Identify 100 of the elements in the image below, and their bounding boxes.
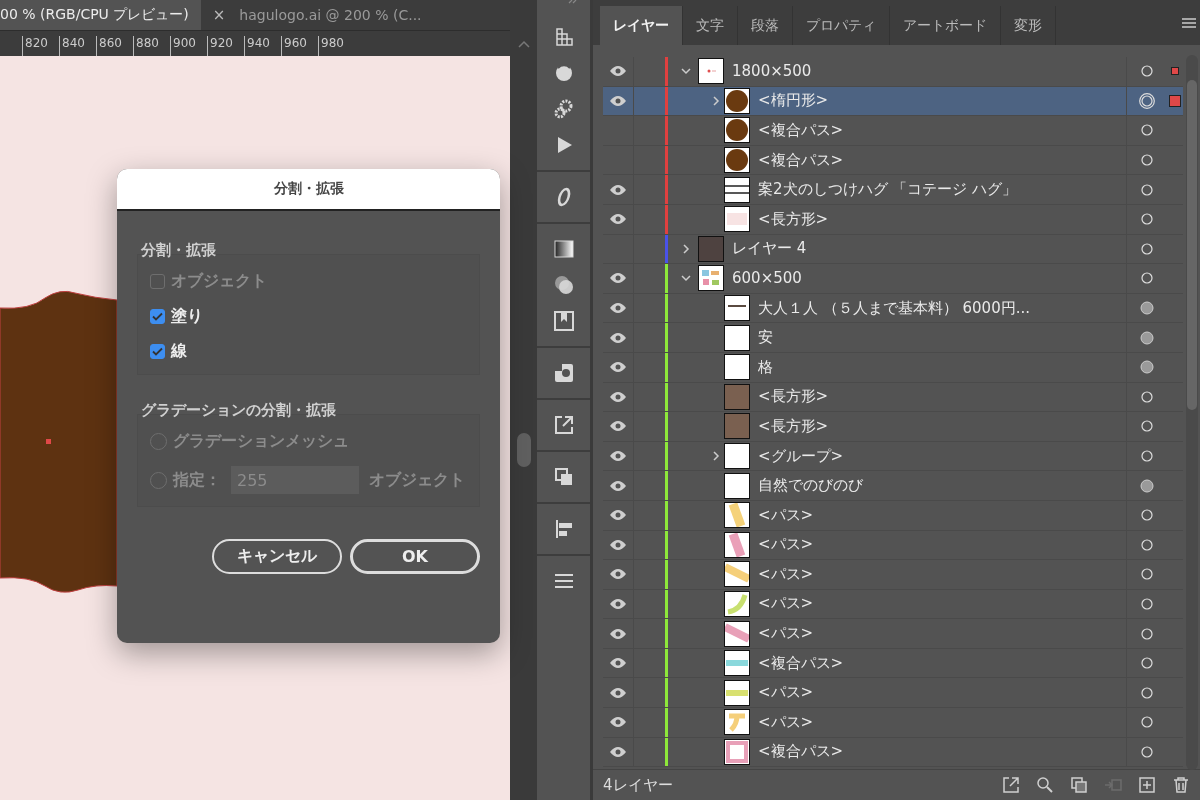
eye-icon[interactable] (609, 538, 627, 551)
layer-row[interactable]: <複合パス> (603, 737, 1183, 768)
target-circle-icon[interactable] (1139, 122, 1155, 139)
symbol-icon[interactable] (552, 362, 575, 384)
eye-icon[interactable] (609, 716, 627, 729)
layer-row[interactable]: <パス> (603, 560, 1183, 590)
target-circle-icon[interactable] (1139, 625, 1155, 642)
eye-icon[interactable] (609, 598, 627, 610)
dialog-button[interactable]: OK (350, 539, 480, 574)
eye-icon[interactable] (609, 213, 627, 226)
layer-row[interactable]: <グループ> (603, 441, 1183, 472)
panel-tab[interactable]: レイヤー (600, 6, 683, 45)
eye-icon[interactable] (609, 745, 627, 758)
layer-row[interactable]: <パス> (603, 500, 1183, 531)
dialog-button[interactable]: キャンセル (212, 539, 342, 574)
checkbox[interactable] (150, 309, 165, 324)
eye-icon[interactable] (609, 657, 627, 670)
export-icon[interactable] (552, 414, 575, 436)
eye-icon[interactable] (609, 94, 627, 107)
layer-row[interactable]: 1800×500 (603, 57, 1183, 87)
eye-icon[interactable] (609, 627, 627, 640)
layer-row[interactable]: <複合パス> (603, 648, 1183, 679)
trash-icon[interactable] (1172, 776, 1190, 794)
target-circle-icon[interactable] (1139, 448, 1155, 464)
layer-row[interactable]: <長方形> (603, 412, 1183, 442)
search-icon[interactable] (1036, 776, 1054, 794)
chevron-icon[interactable] (711, 451, 721, 461)
layer-row[interactable]: 600×500 (603, 264, 1183, 294)
close-icon[interactable]: × (212, 6, 226, 24)
gradient-icon[interactable] (552, 238, 575, 260)
target-circle-icon[interactable] (1139, 211, 1155, 228)
menu-icon[interactable] (1182, 17, 1196, 28)
eye-icon[interactable] (609, 390, 627, 403)
layer-row[interactable]: レイヤー 4 (603, 234, 1183, 265)
layer-row[interactable]: 大人１人 （５人まで基本料） 6000円... (603, 293, 1183, 324)
layer-row[interactable]: <長方形> (603, 204, 1183, 235)
chevron-icon[interactable] (711, 95, 721, 106)
chevron-icon[interactable] (681, 66, 691, 77)
layer-row[interactable]: <パス> (603, 619, 1183, 649)
layer-row[interactable]: 格 (603, 352, 1183, 383)
selection-square[interactable] (1169, 94, 1181, 107)
target-circle-icon[interactable] (1139, 388, 1155, 405)
target-circle-icon[interactable] (1139, 743, 1155, 760)
layer-row[interactable]: <複合パス> (603, 116, 1183, 146)
eye-icon[interactable] (609, 183, 627, 196)
target-circle-icon[interactable] (1139, 63, 1155, 80)
collect-icon[interactable] (1070, 776, 1088, 794)
resize-handle[interactable] (516, 433, 531, 467)
target-circle-icon[interactable] (1139, 359, 1155, 376)
new-layer-icon[interactable] (1138, 776, 1156, 794)
eye-icon[interactable] (609, 568, 627, 581)
document-tab[interactable]: 00 % (RGB/CPU プレビュー) (0, 0, 201, 30)
target-circle-icon[interactable] (1139, 714, 1155, 731)
target-circle-icon[interactable] (1139, 418, 1155, 435)
target-circle-icon[interactable] (1139, 181, 1155, 198)
checkbox[interactable] (150, 344, 165, 359)
chevron-icon[interactable] (681, 273, 691, 284)
target-circle-icon[interactable] (1139, 596, 1155, 612)
eye-icon[interactable] (609, 361, 627, 374)
layer-row[interactable]: <楕円形> (603, 86, 1183, 117)
target-circle-icon[interactable] (1139, 240, 1155, 257)
target-circle-icon[interactable] (1139, 477, 1155, 494)
export-icon[interactable] (1002, 776, 1020, 794)
target-circle-icon[interactable] (1139, 536, 1155, 553)
eye-icon[interactable] (609, 272, 627, 285)
layer-row[interactable]: 案2犬のしつけハグ 「コテージ ハグ」 (603, 175, 1183, 205)
target-circle-icon[interactable] (1139, 152, 1155, 169)
layer-row[interactable]: <パス> (603, 589, 1183, 620)
layer-row[interactable]: <パス> (603, 708, 1183, 738)
selection-square[interactable] (1171, 67, 1179, 76)
layer-row[interactable]: <複合パス> (603, 145, 1183, 176)
target-circle-icon[interactable] (1139, 300, 1155, 317)
target-circle-icon[interactable] (1139, 566, 1155, 583)
eye-icon[interactable] (609, 479, 627, 492)
scroll-up-icon[interactable] (517, 40, 530, 48)
layer-row[interactable]: 安 (603, 323, 1183, 353)
pathfinder-icon[interactable] (552, 466, 575, 488)
chevron-icon[interactable] (681, 243, 691, 254)
scrollbar-thumb[interactable] (1187, 80, 1197, 410)
layer-row[interactable]: <パス> (603, 678, 1183, 709)
target-circle-icon[interactable] (1139, 329, 1155, 346)
layer-thumbnail (724, 472, 750, 499)
layer-row[interactable]: <パス> (603, 530, 1183, 561)
gears-icon[interactable] (552, 98, 575, 120)
eye-icon[interactable] (609, 65, 627, 78)
eye-icon[interactable] (609, 509, 627, 522)
eye-icon[interactable] (609, 450, 627, 462)
target-circle-icon[interactable] (1139, 507, 1155, 524)
target-circle-icon[interactable] (1139, 655, 1155, 672)
layer-row[interactable]: 自然でのびのび (603, 471, 1183, 501)
layer-row[interactable]: <長方形> (603, 382, 1183, 413)
target-circle-icon[interactable] (1139, 92, 1155, 109)
circles-icon[interactable] (552, 274, 575, 296)
target-circle-icon[interactable] (1139, 684, 1155, 701)
target-circle-icon[interactable] (1139, 270, 1155, 287)
bookmark-icon[interactable] (552, 310, 575, 332)
eye-icon[interactable] (609, 686, 627, 699)
eye-icon[interactable] (609, 302, 627, 315)
eye-icon[interactable] (609, 420, 627, 433)
eye-icon[interactable] (609, 331, 627, 344)
